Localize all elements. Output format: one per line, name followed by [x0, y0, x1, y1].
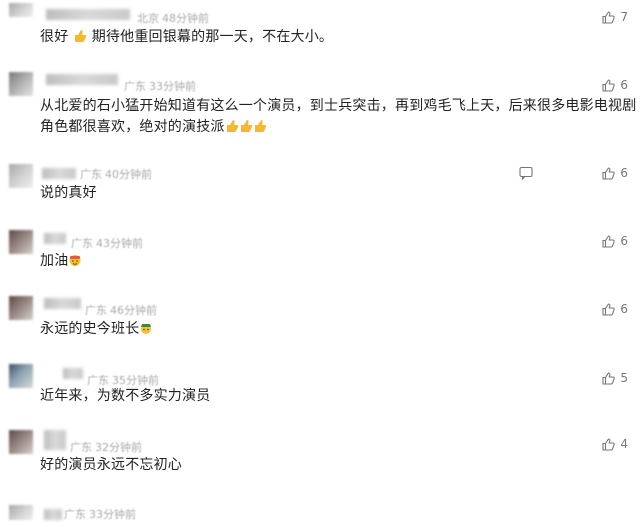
like-count: 6 [620, 166, 628, 180]
like-button[interactable]: 6 [602, 166, 628, 180]
like-count: 6 [620, 302, 628, 316]
thumbs-up-emoji-icon [226, 120, 238, 132]
speech-bubble-icon[interactable] [519, 166, 533, 180]
comment-text-part: 永远的史今班长 [40, 321, 140, 337]
comment-meta: 广东 32分钟前 [70, 439, 145, 455]
comment-text-part: 期待他重回银幕的那一天，不在大小。 [91, 29, 334, 45]
avatar[interactable] [9, 230, 33, 254]
comment-text: 从北爱的石小猛开始知道有这么一个演员，到士兵突击，再到鸡毛飞上天，后来很多电影电… [40, 96, 636, 138]
thumbs-up-icon [602, 166, 616, 180]
comment-meta: 广东 40分钟前 [80, 166, 155, 182]
comment-time: 32分钟前 [95, 441, 142, 454]
username[interactable] [44, 298, 81, 309]
thumbs-up-icon [602, 78, 616, 92]
avatar[interactable] [9, 3, 33, 17]
comment-text-line: 角色都很喜欢，绝对的演技派 [40, 117, 636, 138]
comment-text: 说的真好 [40, 185, 97, 201]
like-count: 4 [620, 437, 628, 451]
like-button[interactable]: 6 [602, 78, 628, 92]
comment-text-part: 很好 [40, 29, 69, 45]
username[interactable] [44, 430, 66, 450]
comment-region: 北京 [137, 12, 159, 25]
avatar[interactable] [9, 505, 33, 520]
like-button[interactable]: 5 [602, 371, 628, 385]
thumbs-up-icon [602, 437, 616, 451]
thumbs-up-icon [602, 10, 616, 24]
comment-region: 广东 [71, 237, 93, 250]
comment-text: 很好 期待他重回银幕的那一天，不在大小。 [40, 27, 333, 48]
comment-text: 近年来，为数不多实力演员 [40, 388, 211, 404]
comment-time: 33分钟前 [149, 80, 196, 93]
comment-text: 永远的史今班长 [40, 319, 153, 340]
username[interactable] [63, 368, 83, 379]
comment-region: 广东 [85, 304, 107, 317]
comment-meta: 广东 46分钟前 [85, 302, 160, 318]
avatar[interactable] [9, 364, 33, 388]
username[interactable] [42, 168, 76, 179]
username[interactable] [46, 74, 118, 85]
comment-region: 广东 [124, 80, 146, 93]
comment-text-part: 加油 [40, 253, 69, 269]
like-count: 6 [620, 234, 628, 248]
thumbs-up-emoji-icon [254, 120, 266, 132]
like-button[interactable]: 6 [602, 302, 628, 316]
comment-text-line: 从北爱的石小猛开始知道有这么一个演员，到士兵突击，再到鸡毛飞上天，后来很多电影电… [40, 98, 637, 114]
comment-time: 46分钟前 [110, 304, 157, 317]
comment-meta: 广东 33分钟前 [64, 506, 139, 522]
comment-meta: 北京 48分钟前 [137, 10, 212, 26]
salute-emoji-icon [141, 324, 152, 334]
avatar[interactable] [9, 164, 33, 188]
cheer-emoji-icon [69, 255, 81, 266]
comment-time: 43分钟前 [96, 237, 143, 250]
like-count: 6 [620, 78, 628, 92]
comment-meta: 广东 33分钟前 [124, 78, 199, 94]
comment-text-part: 角色都很喜欢，绝对的演技派 [40, 119, 225, 135]
like-count: 5 [620, 371, 628, 385]
comment-meta: 广东 43分钟前 [71, 235, 146, 251]
avatar[interactable] [9, 296, 33, 320]
comment-region: 广东 [80, 168, 102, 181]
thumbs-up-icon [602, 302, 616, 316]
like-button[interactable]: 7 [602, 10, 628, 24]
username[interactable] [46, 9, 130, 20]
thumbs-up-icon [602, 371, 616, 385]
username[interactable] [44, 233, 66, 244]
like-button[interactable]: 6 [602, 234, 628, 248]
comment-time: 40分钟前 [105, 168, 152, 181]
avatar[interactable] [9, 430, 33, 454]
comment-text: 好的演员永远不忘初心 [40, 457, 182, 473]
comment-time: 48分钟前 [162, 12, 209, 25]
like-button[interactable]: 4 [602, 437, 628, 451]
avatar[interactable] [9, 72, 33, 96]
like-count: 7 [620, 10, 628, 24]
thumbs-up-icon [602, 234, 616, 248]
comment-text: 加油 [40, 251, 82, 272]
thumbs-up-emoji-icon [240, 120, 252, 132]
thumbs-up-emoji-icon [75, 30, 87, 42]
comment-region: 广东 [70, 441, 92, 454]
